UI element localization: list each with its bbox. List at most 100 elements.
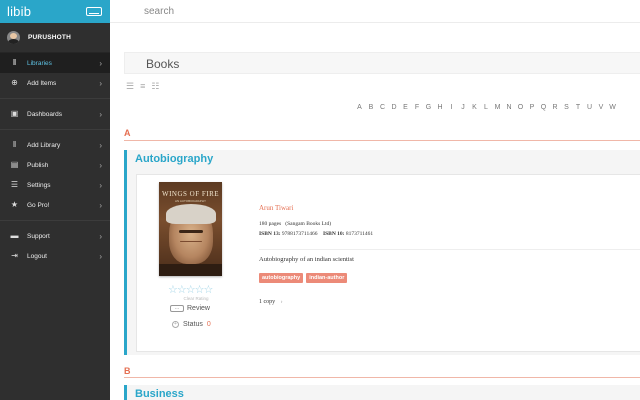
alpha-letter[interactable]: H [437, 104, 444, 111]
rating-stars[interactable]: ☆☆☆☆☆ [168, 283, 213, 296]
alpha-letter[interactable]: F [414, 104, 421, 111]
libraries-icon: ‖ [12, 58, 17, 67]
publish-icon: ▤ [10, 160, 19, 169]
genre-group: Autobiography WINGS OF FIRE AN AUTOBIOGR… [124, 150, 640, 355]
chevron-right-icon: › [99, 58, 102, 68]
status-label: Status [183, 321, 203, 328]
divider [0, 220, 110, 221]
alpha-letter[interactable]: N [506, 104, 513, 111]
settings-icon: ☰ [10, 180, 19, 189]
alpha-letter[interactable]: S [563, 104, 570, 111]
sidebar-item-add-library[interactable]: ‖ Add Library › [0, 135, 110, 155]
divider [0, 129, 110, 130]
sidebar-item-support[interactable]: ▬ Support › [0, 226, 110, 246]
book-author[interactable]: Arun Tiwari [259, 204, 293, 212]
tag-list: autobiography indian-author [259, 273, 348, 283]
alpha-letter[interactable]: V [598, 104, 605, 111]
user-profile[interactable]: PURUSHOTH [0, 23, 110, 53]
tag[interactable]: autobiography [259, 273, 304, 283]
sidebar: libib PURUSHOTH ‖ Libraries › ⊕ Add Item… [0, 0, 110, 400]
grid-view-icon[interactable]: ☷ [151, 82, 159, 91]
alpha-letter[interactable]: A [356, 104, 363, 111]
page-title-bar: Books [124, 52, 640, 74]
alpha-letter[interactable]: I [448, 104, 455, 111]
sidebar-item-dashboards[interactable]: ▣ Dashboards › [0, 104, 110, 124]
copies-link[interactable]: 1 copy › [259, 299, 283, 305]
isbn13-label: ISBN 13: [259, 231, 281, 237]
page-title: Books [146, 57, 180, 71]
alpha-letter[interactable]: W [609, 104, 616, 111]
sidebar-item-libraries[interactable]: ‖ Libraries › [0, 53, 110, 73]
alpha-letter[interactable]: T [575, 104, 582, 111]
sidebar-item-settings[interactable]: ☰ Settings › [0, 175, 110, 195]
chevron-right-icon: › [280, 299, 283, 305]
list-view-icon[interactable]: ≡ [140, 82, 145, 91]
avatar [7, 31, 20, 44]
section-letter: B [124, 366, 131, 376]
status-value: 0 [206, 321, 211, 328]
sidebar-item-logout[interactable]: ⇥ Logout › [0, 246, 110, 266]
divider [259, 249, 640, 250]
sidebar-item-label: Add Library [27, 141, 61, 149]
status-button[interactable]: + Status 0 [172, 321, 211, 328]
sidebar-item-add-items[interactable]: ⊕ Add Items › [0, 73, 110, 93]
dashboard-icon: ▣ [10, 109, 19, 118]
search-input[interactable] [144, 4, 444, 18]
comment-icon: … [170, 305, 184, 312]
chevron-right-icon: › [99, 231, 102, 241]
alpha-letter[interactable]: P [529, 104, 536, 111]
search-bar [110, 0, 640, 23]
cover-portrait [166, 204, 216, 264]
alpha-letter[interactable]: K [471, 104, 478, 111]
chevron-right-icon: › [99, 109, 102, 119]
cover-subtitle: AN AUTOBIOGRAPHY [175, 199, 206, 203]
divider [0, 98, 110, 99]
alpha-letter[interactable]: D [391, 104, 398, 111]
cover-title: WINGS OF FIRE [161, 190, 220, 198]
alpha-letter[interactable]: E [402, 104, 409, 111]
cover-band [159, 264, 222, 276]
user-name: PURUSHOTH [28, 34, 71, 41]
isbn13-value: 9788173711466 [281, 231, 318, 237]
chevron-right-icon: › [99, 180, 102, 190]
tag[interactable]: indian-author [306, 273, 348, 283]
support-icon: ▬ [10, 231, 19, 240]
review-button[interactable]: … Review [170, 305, 210, 312]
sidebar-item-label: Go Pro! [27, 201, 50, 209]
book-cover[interactable]: WINGS OF FIRE AN AUTOBIOGRAPHY [159, 182, 222, 276]
brand-bar: libib [0, 0, 110, 23]
alpha-letter[interactable]: O [517, 104, 524, 111]
alpha-letter[interactable]: J [460, 104, 467, 111]
chevron-right-icon: › [99, 140, 102, 150]
chevron-right-icon: › [99, 200, 102, 210]
book-description: Autobiography of an indian scientist [259, 256, 354, 263]
alpha-letter[interactable]: C [379, 104, 386, 111]
section-divider [124, 140, 640, 141]
publisher: (Sangam Books Ltd) [285, 221, 332, 227]
chevron-right-icon: › [99, 251, 102, 261]
view-toggle: ☰ ≡ ☷ [126, 82, 159, 91]
genre-title[interactable]: Business [135, 388, 184, 400]
sidebar-item-label: Settings [27, 181, 51, 189]
sidebar-item-go-pro[interactable]: ★ Go Pro! › [0, 195, 110, 215]
genre-title[interactable]: Autobiography [135, 153, 213, 165]
alpha-letter[interactable]: R [552, 104, 559, 111]
alpha-letter[interactable]: G [425, 104, 432, 111]
alphabet-index: A B C D E F G H I J K L M N O P Q R S T … [356, 104, 616, 111]
plus-icon: + [172, 321, 179, 328]
alpha-letter[interactable]: B [368, 104, 375, 111]
section-divider [124, 377, 640, 378]
add-library-icon: ‖ [12, 140, 17, 149]
alpha-letter[interactable]: L [483, 104, 490, 111]
clear-rating-link[interactable]: Clear Rating [171, 296, 221, 301]
detail-view-icon[interactable]: ☰ [126, 82, 134, 91]
sidebar-item-publish[interactable]: ▤ Publish › [0, 155, 110, 175]
book-card[interactable]: WINGS OF FIRE AN AUTOBIOGRAPHY ☆☆☆☆☆ Cle… [136, 174, 640, 352]
alpha-letter[interactable]: M [494, 104, 501, 111]
alpha-letter[interactable]: U [586, 104, 593, 111]
app-logo[interactable]: libib [7, 4, 31, 19]
laptop-icon[interactable] [86, 7, 102, 16]
page-count: 180 pages [259, 221, 282, 227]
review-label: Review [187, 305, 210, 312]
alpha-letter[interactable]: Q [540, 104, 547, 111]
